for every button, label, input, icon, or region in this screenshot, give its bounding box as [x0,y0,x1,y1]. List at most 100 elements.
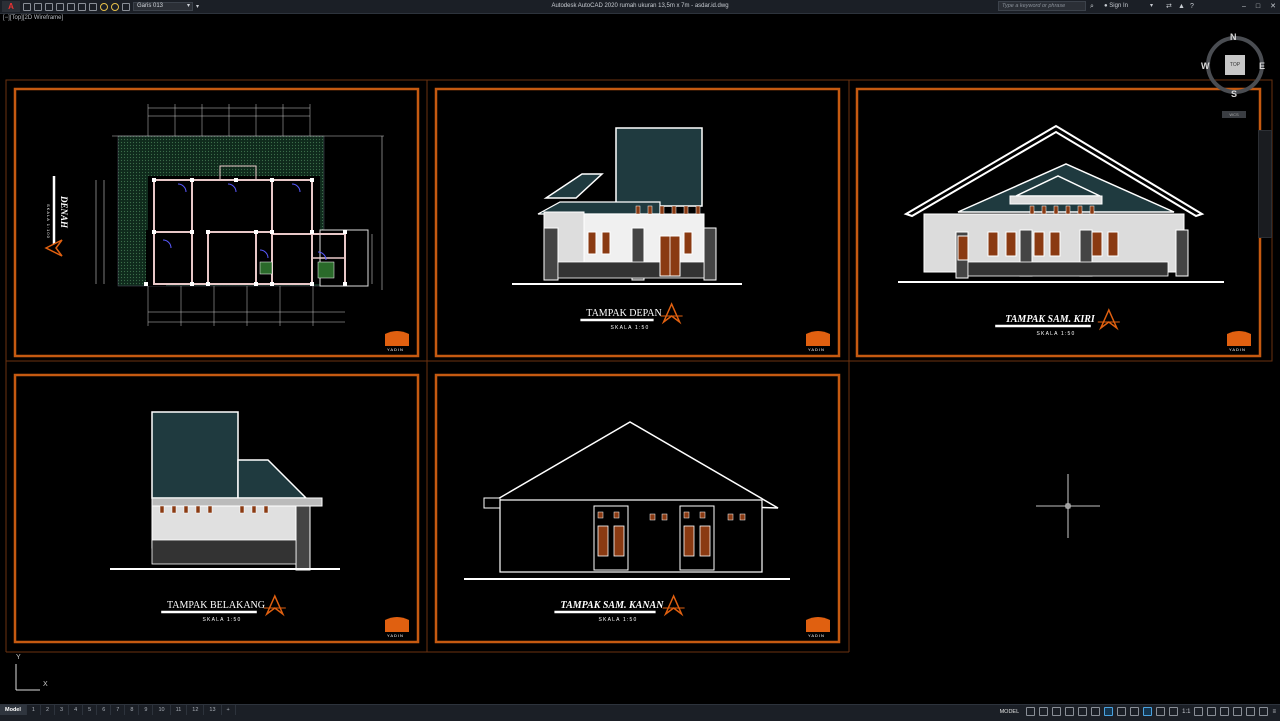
object-snap-icon[interactable] [1104,707,1114,716]
layer-dropdown[interactable]: Garis 013 ▾ [133,2,193,11]
side-roof [543,173,604,199]
column [206,282,210,286]
column [310,230,314,234]
logo-mark [385,617,409,632]
close-icon[interactable]: ✕ [1270,0,1276,13]
search-input[interactable]: Type a keyword or phrase [998,1,1086,11]
tab-layout-10[interactable]: 10 [153,705,171,715]
vent [251,505,257,514]
stone-base [151,539,297,565]
sheet-title: TAMPAK SAM. KIRI [1005,314,1096,325]
transparency-icon[interactable] [1130,707,1140,716]
isodraft-icon[interactable] [1078,707,1088,716]
tab-layout-8[interactable]: 8 [125,705,140,715]
compass-south[interactable]: S [1231,89,1237,99]
vent [1041,205,1047,215]
vent [207,505,213,514]
autodesk-a360-icon[interactable]: ▲ [1178,0,1185,13]
grid-icon[interactable] [1026,707,1036,716]
viewcube-top-face[interactable]: TOP [1225,55,1245,75]
compass-west[interactable]: W [1201,61,1210,71]
add-layout-tab[interactable]: + [222,705,236,715]
tab-layout-7[interactable]: 7 [111,705,126,715]
isolate-objects-icon[interactable] [1246,707,1256,716]
layer-freeze-icon[interactable] [111,2,119,11]
tab-layout-13[interactable]: 13 [204,705,222,715]
tab-model[interactable]: Model [0,705,27,715]
tab-layout-2[interactable]: 2 [41,705,56,715]
auto-scale-icon[interactable] [1169,707,1179,716]
vent [1065,205,1071,215]
vent [683,511,690,519]
lineweight-icon[interactable] [1117,707,1127,716]
vent [171,505,177,514]
workspace-gear-icon[interactable] [1194,707,1204,716]
tab-layout-11[interactable]: 11 [171,705,188,715]
tab-layout-9[interactable]: 9 [139,705,154,715]
layout-tabs: Model 1 2 3 4 5 6 7 8 9 10 11 12 13 + [0,705,236,715]
maximize-icon[interactable]: □ [1256,0,1260,13]
annotation-visibility-icon[interactable] [1156,707,1166,716]
new-file-icon[interactable] [23,2,31,11]
tab-layout-1[interactable]: 1 [27,705,41,715]
column [310,178,314,182]
status-bar: Model 1 2 3 4 5 6 7 8 9 10 11 12 13 + MODEL 1:1 ≡ [0,704,1280,721]
model-space-button[interactable]: MODEL [997,709,1023,715]
title-bar: A Garis 013 ▾ ▾ Autodesk AutoCAD 2020 rum… [0,0,1280,14]
tab-layout-12[interactable]: 12 [187,705,205,715]
sign-in-button[interactable]: ● Sign In [1104,0,1128,13]
cart-icon[interactable]: ▾ [1150,0,1153,13]
wcs-menu[interactable]: WCS [1222,111,1246,118]
tab-layout-6[interactable]: 6 [97,705,112,715]
clean-screen-icon[interactable] [1259,707,1269,716]
add-icon[interactable] [1207,707,1217,716]
ucs-x-label: X [43,681,48,688]
units-icon[interactable] [1220,707,1230,716]
stone-column [1175,229,1189,277]
vent [661,513,668,521]
roof-tower [615,127,703,207]
layer-name: Garis 013 [137,3,164,9]
viewcube[interactable]: TOP [1206,36,1264,94]
compass-east[interactable]: E [1259,61,1265,71]
navigation-bar[interactable] [1258,130,1272,238]
tab-layout-4[interactable]: 4 [69,705,84,715]
object-snap-tracking-icon[interactable] [1091,707,1101,716]
quick-properties-icon[interactable] [1233,707,1243,716]
annotation-scale[interactable]: 1:1 [1182,709,1190,715]
sheet-scale: SKALA 1:50 [599,617,638,623]
undo-icon[interactable] [78,2,86,11]
mark-arrow [661,302,682,325]
viewport-controls[interactable]: [−][Top][2D Wireframe] [3,15,63,21]
layer-color-icon[interactable] [122,2,130,11]
tab-layout-5[interactable]: 5 [83,705,98,715]
floor-area-left [146,230,166,286]
customize-menu-icon[interactable]: ≡ [1272,709,1276,715]
open-file-icon[interactable] [34,2,42,11]
column [254,282,258,286]
compass-north[interactable]: N [1230,32,1237,42]
sheet-title: DENAH [59,195,69,229]
vent [159,505,165,514]
column [206,230,210,234]
application-menu-button[interactable]: A [2,1,20,12]
exchange-icon[interactable]: ⇄ [1166,0,1172,13]
tab-layout-3[interactable]: 3 [55,705,70,715]
search-icon[interactable]: ⌕ [1090,0,1094,13]
layer-on-icon[interactable] [100,2,108,11]
help-icon[interactable]: ? [1190,0,1194,13]
customize-toolbar-icon[interactable]: ▾ [196,3,199,10]
save-as-icon[interactable] [56,2,64,11]
logo-mark [806,331,830,346]
polar-icon[interactable] [1065,707,1075,716]
save-icon[interactable] [45,2,53,11]
selection-cycling-icon[interactable] [1143,707,1153,716]
column [343,282,347,286]
snap-icon[interactable] [1039,707,1049,716]
ortho-icon[interactable] [1052,707,1062,716]
plot-icon[interactable] [67,2,75,11]
mark-arrow [1098,308,1119,331]
drawing-canvas[interactable]: YADIN YADIN YADIN YADIN YADIN DENAH SKALA 1:10… [0,0,1280,720]
minimize-icon[interactable]: – [1242,0,1246,13]
redo-icon[interactable] [89,2,97,11]
